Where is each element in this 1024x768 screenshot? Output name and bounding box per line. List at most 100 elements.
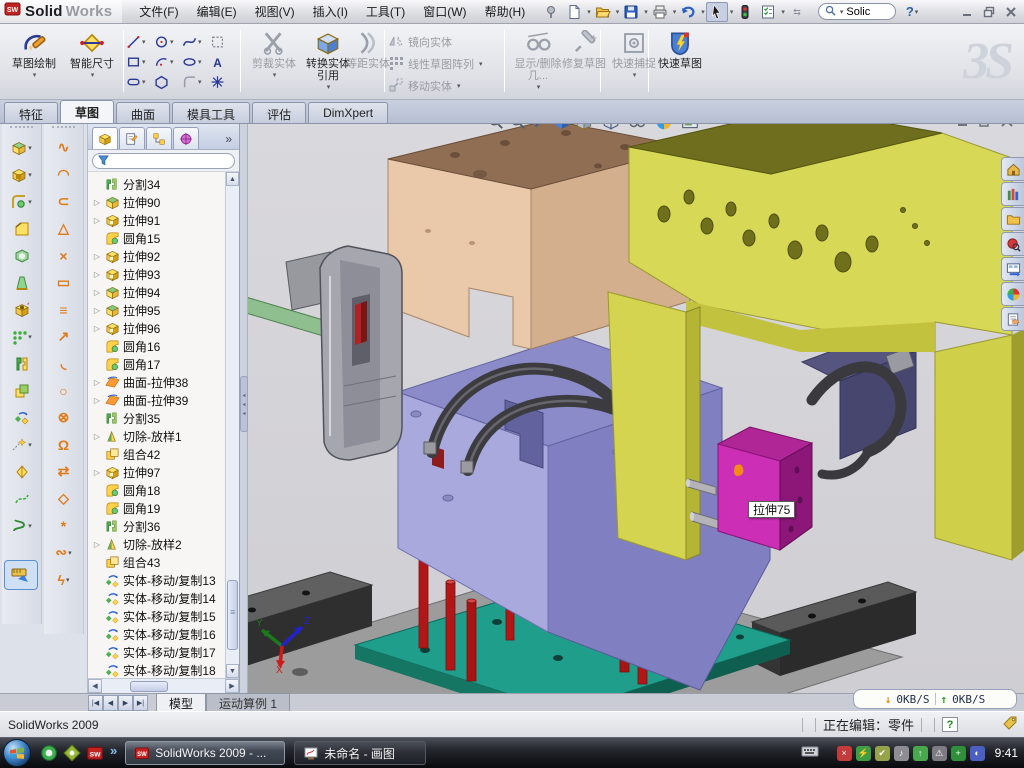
doc-tab-模型[interactable]: 模型 [156, 693, 206, 713]
prev-tab-button[interactable]: ◀ [103, 695, 118, 711]
quicklaunch-ql-sw[interactable]: SW [85, 743, 105, 763]
graphics-viewport[interactable]: ▾▾▾▾▾ 拉伸75 Y Z X [248, 124, 1024, 693]
tree-item[interactable]: ▷曲面-拉伸39 [92, 391, 239, 409]
taskbar-clock[interactable]: 9:41 [995, 746, 1018, 760]
tree-item[interactable]: 圆角16 [92, 337, 239, 355]
tray-icon-6[interactable]: + [951, 746, 966, 761]
taskpane-tp-folder[interactable] [1001, 207, 1024, 231]
tray-icon-2[interactable]: ✔ [875, 746, 890, 761]
surface-tool-12[interactable]: ⇄ [46, 458, 82, 485]
sketch-tool-arc[interactable]: ▾ [154, 52, 182, 72]
dropdown-icon[interactable]: ▾ [327, 83, 331, 91]
instant3d-button[interactable] [4, 560, 38, 590]
last-tab-button[interactable]: ▶| [133, 695, 148, 711]
dropdown-icon[interactable]: ▾ [142, 58, 146, 66]
tree-item[interactable]: ▷拉伸93 [92, 265, 239, 283]
feature-tool-combine[interactable] [4, 377, 40, 404]
surface-tool-10[interactable]: ⊗ [46, 404, 82, 431]
sketch-tool-polygon[interactable] [154, 72, 182, 92]
expand-icon[interactable]: ▷ [92, 270, 102, 279]
feature-tool-splitL[interactable] [4, 350, 40, 377]
q-new-button[interactable] [563, 2, 585, 22]
sketch-tool-circle[interactable]: ▾ [154, 32, 182, 52]
tree-item[interactable]: 分割36 [92, 517, 239, 535]
minimize-button[interactable] [958, 4, 976, 20]
feature-tool-chamfer[interactable] [4, 215, 40, 242]
dropdown-icon[interactable]: ▾ [537, 83, 541, 91]
expand-icon[interactable]: ▷ [92, 288, 102, 297]
tree-item[interactable]: ▷拉伸90 [92, 193, 239, 211]
doc-restore-button[interactable] [978, 124, 992, 133]
dropdown-icon[interactable]: ▾ [198, 58, 202, 66]
dropdown-icon[interactable]: ▾ [28, 441, 32, 449]
feature-tool-pattern[interactable]: ▾ [4, 323, 40, 350]
headsup-h-zoomarea[interactable] [508, 124, 528, 132]
headsup-h-mag[interactable] [530, 124, 550, 132]
tree-item[interactable]: 实体-移动/复制16 [92, 625, 239, 643]
quicklaunch-ql-msg[interactable] [39, 743, 59, 763]
dropdown-icon[interactable]: ▾ [28, 522, 32, 530]
help-button[interactable]: ? [906, 4, 914, 19]
tree-item[interactable]: 圆角15 [92, 229, 239, 247]
ribbon-button-r-dim[interactable]: 智能尺寸▾ [64, 27, 120, 97]
dropdown-icon[interactable]: ▾ [700, 124, 704, 126]
tree-item[interactable]: ▷拉伸91 [92, 211, 239, 229]
tree-item[interactable]: 分割35 [92, 409, 239, 427]
q-open-dropdown-icon[interactable]: ▾ [616, 8, 620, 16]
ribbon-button-r-rapid[interactable]: 快速草图 [652, 27, 708, 97]
taskpane-tp-palette[interactable] [1001, 257, 1024, 281]
first-tab-button[interactable]: |◀ [88, 695, 103, 711]
sketch-tool-line[interactable]: ▾ [126, 32, 154, 52]
menu-item[interactable]: 插入(I) [304, 0, 357, 24]
q-new-dropdown-icon[interactable]: ▾ [587, 8, 591, 16]
q-print-dropdown-icon[interactable]: ▾ [673, 8, 677, 16]
sketch-tool-selbox[interactable] [210, 32, 238, 52]
headsup-h-display[interactable]: ▾ [574, 124, 599, 132]
filter-input[interactable] [92, 153, 235, 169]
next-tab-button[interactable]: ▶ [118, 695, 133, 711]
menu-item[interactable]: 工具(T) [357, 0, 414, 24]
tab-草图[interactable]: 草图 [60, 100, 114, 123]
surface-tool-15[interactable]: ∾▾ [46, 539, 82, 566]
feature-tool-sparkle[interactable]: ▾ [4, 431, 40, 458]
q-undo-button[interactable] [677, 2, 699, 22]
sketch-tool-spline[interactable]: ▾ [182, 32, 210, 52]
network-speed-widget[interactable]: ↓ 0KB/S ↑ 0KB/S [853, 689, 1017, 709]
headsup-h-section[interactable] [552, 124, 572, 132]
tree-item[interactable]: 分割34 [92, 175, 239, 193]
surface-tool-6[interactable]: ≡ [46, 296, 82, 323]
dropdown-icon[interactable]: ▾ [594, 124, 598, 126]
tree-item[interactable]: ▷切除-放样2 [92, 535, 239, 553]
tree-item[interactable]: ▷曲面-拉伸38 [92, 373, 239, 391]
menu-item[interactable]: 帮助(H) [476, 0, 535, 24]
surface-tool-11[interactable]: Ω [46, 431, 82, 458]
scroll-right-button[interactable]: ▶ [225, 679, 239, 693]
dropdown-icon[interactable]: ▾ [66, 576, 70, 584]
surface-tool-16[interactable]: ϟ▾ [46, 566, 82, 593]
q-list-dropdown-icon[interactable]: ▾ [781, 8, 785, 16]
tree-item[interactable]: 组合43 [92, 553, 239, 571]
surface-tool-7[interactable]: ↗ [46, 323, 82, 350]
fm-tab-pm[interactable] [119, 127, 145, 149]
search-input[interactable] [846, 6, 894, 18]
task-button[interactable]: SWSolidWorks 2009 - ... [125, 741, 285, 765]
ribbon-button-r-mirror[interactable]: 镜向实体 [388, 32, 483, 52]
surface-tool-3[interactable]: △ [46, 215, 82, 242]
taskpane-tp-props[interactable] [1001, 307, 1024, 331]
quick-launch-chevron[interactable]: » [110, 743, 117, 758]
dropdown-icon[interactable]: ▾ [198, 78, 202, 86]
tree-item[interactable]: ▷拉伸97 [92, 463, 239, 481]
tray-icon-1[interactable]: ⚡ [856, 746, 871, 761]
close-button[interactable] [1002, 4, 1020, 20]
doc-tab-运动算例 1[interactable]: 运动算例 1 [206, 693, 290, 713]
feature-tool-curve[interactable] [4, 485, 40, 512]
feature-tool-helix[interactable]: ▾ [4, 512, 40, 539]
fm-tab-fm[interactable] [92, 127, 118, 149]
task-button[interactable]: 未命名 - 画图 [294, 741, 426, 765]
ribbon-button-r-sketch[interactable]: 草图绘制▾ [6, 27, 62, 97]
scroll-down-button[interactable]: ▼ [226, 664, 239, 678]
fm-tab-cm[interactable] [146, 127, 172, 149]
sketch-tool-text[interactable]: A [210, 52, 238, 72]
tree-item[interactable]: 实体-移动/复制15 [92, 607, 239, 625]
headsup-h-appear[interactable]: ▾ [654, 124, 679, 132]
